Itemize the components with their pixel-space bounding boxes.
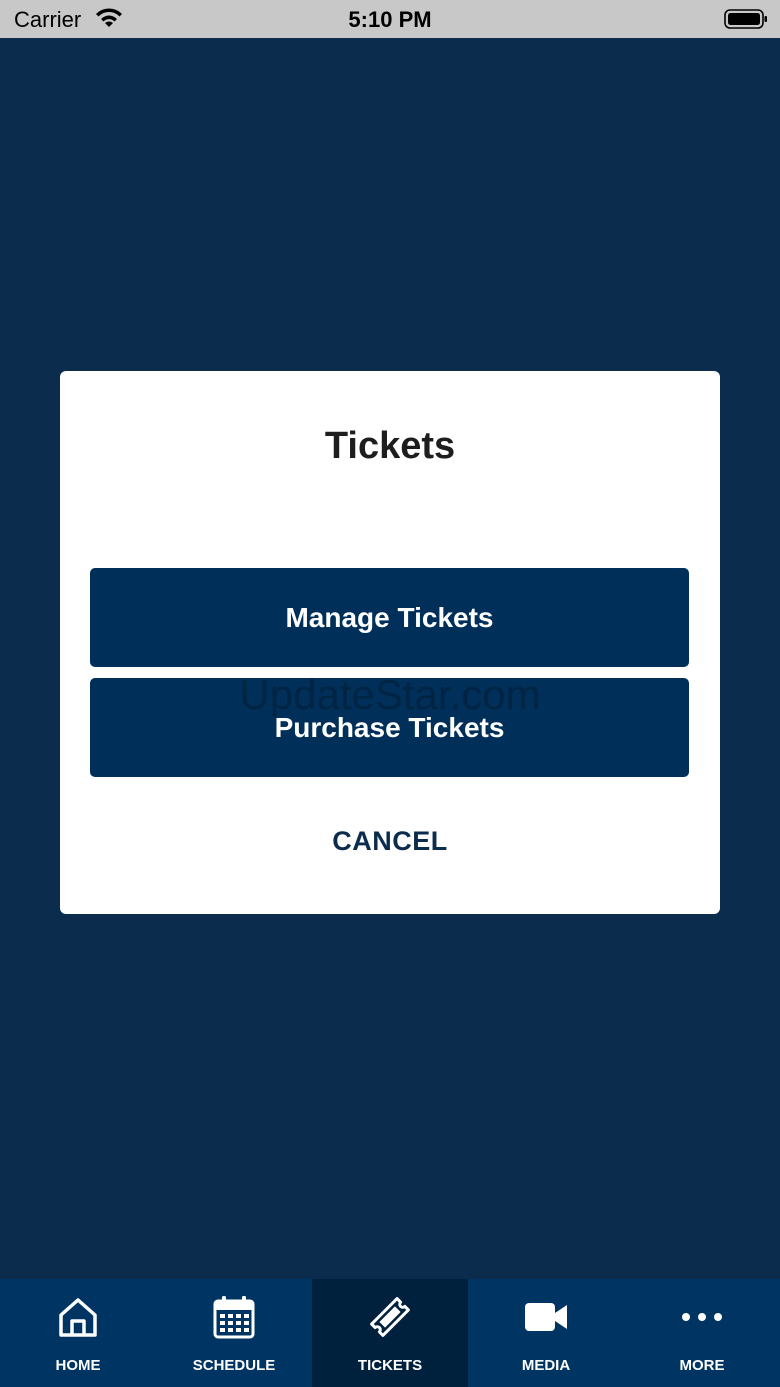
calendar-icon [213,1296,255,1339]
tab-schedule[interactable]: SCHEDULE [156,1279,312,1387]
more-dots-icon [682,1313,722,1321]
clock-time: 5:10 PM [348,7,432,32]
manage-tickets-button[interactable]: Manage Tickets [90,568,689,667]
tab-label: MORE [679,1357,725,1374]
dialog-title: Tickets [324,425,456,467]
tab-home[interactable]: HOME [0,1279,156,1387]
tab-media[interactable]: MEDIA [468,1279,624,1387]
tab-tickets[interactable]: TICKETS [312,1279,468,1387]
tab-label: SCHEDULE [192,1357,276,1374]
ticket-icon [370,1297,410,1337]
screen: Carrier 5:10 PM Tickets Manage Tickets P… [0,0,780,1387]
tickets-dialog: Tickets Manage Tickets Purchase Tickets … [60,371,720,914]
tab-label: HOME [55,1357,101,1374]
cancel-button[interactable]: CANCEL [60,826,720,857]
tab-label: TICKETS [357,1357,423,1374]
tab-more[interactable]: MORE [624,1279,780,1387]
home-icon [59,1298,97,1337]
tab-label: MEDIA [521,1357,571,1374]
status-bar: Carrier 5:10 PM [0,0,780,38]
battery-icon [724,9,767,29]
video-camera-icon [525,1303,567,1331]
purchase-tickets-button[interactable]: Purchase Tickets [90,678,689,777]
bottom-tab-bar: HOME SCHEDULE TICKETS MEDIA MORE [0,1279,780,1387]
